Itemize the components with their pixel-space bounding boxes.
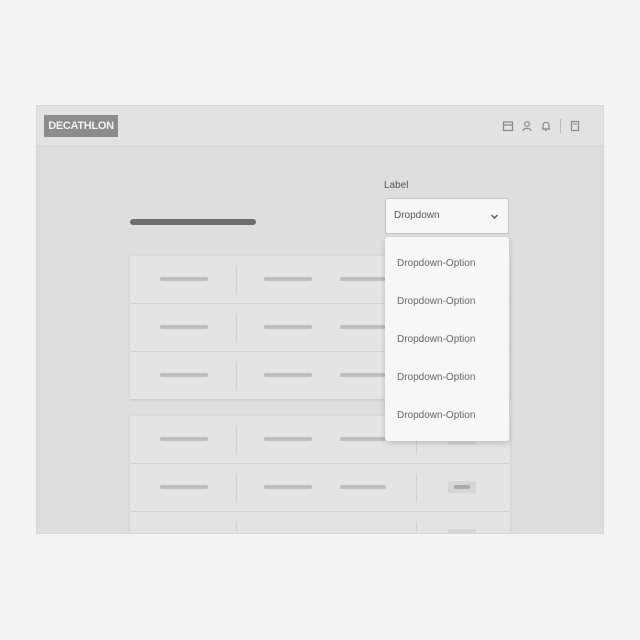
- cell-placeholder: [264, 325, 312, 329]
- column-divider: [236, 474, 237, 502]
- column-divider: [236, 362, 237, 390]
- dropdown-option[interactable]: Dropdown-Option: [385, 397, 509, 435]
- cell-placeholder: [160, 325, 208, 329]
- column-divider: [416, 522, 417, 533]
- page-title-placeholder: [130, 219, 256, 225]
- column-divider: [236, 426, 237, 454]
- column-divider: [236, 314, 237, 342]
- cell-placeholder: [264, 437, 312, 441]
- cell-placeholder: [160, 437, 208, 441]
- calendar-icon[interactable]: [502, 120, 514, 132]
- cell-placeholder: [340, 437, 386, 441]
- dropdown-option[interactable]: Dropdown-Option: [385, 359, 509, 397]
- dropdown-value: Dropdown: [394, 210, 440, 221]
- dropdown-option[interactable]: Dropdown-Option: [385, 245, 509, 283]
- cell-placeholder: [160, 485, 208, 489]
- column-divider: [416, 474, 417, 502]
- top-bar: DECATHLON: [37, 106, 603, 147]
- header-divider: [560, 119, 561, 133]
- logo[interactable]: DECATHLON: [44, 115, 118, 137]
- dropdown-option[interactable]: Dropdown-Option: [385, 283, 509, 321]
- dropdown-option[interactable]: Dropdown-Option: [385, 321, 509, 359]
- table-row[interactable]: [130, 464, 510, 512]
- dropdown-label: Label: [384, 180, 409, 191]
- cell-placeholder: [264, 277, 312, 281]
- user-icon[interactable]: [521, 120, 533, 132]
- dropdown-select[interactable]: Dropdown: [385, 198, 509, 234]
- cell-placeholder: [264, 373, 312, 377]
- status-badge: [448, 481, 476, 493]
- cell-placeholder: [264, 485, 312, 489]
- status-badge: [448, 529, 476, 533]
- file-icon[interactable]: [569, 120, 581, 132]
- column-divider: [236, 522, 237, 533]
- app-window: DECATHLON Label Dropdown Dropdown-Option…: [37, 106, 603, 533]
- column-divider: [236, 266, 237, 294]
- cell-placeholder: [340, 485, 386, 489]
- cell-placeholder: [340, 325, 386, 329]
- dropdown-menu: Dropdown-Option Dropdown-Option Dropdown…: [385, 237, 509, 441]
- chevron-down-icon: [490, 212, 499, 221]
- bell-icon[interactable]: [540, 120, 552, 132]
- cell-placeholder: [160, 373, 208, 377]
- cell-placeholder: [340, 373, 386, 377]
- header-icons: [495, 119, 581, 133]
- cell-placeholder: [160, 277, 208, 281]
- cell-placeholder: [340, 277, 386, 281]
- table-row[interactable]: [130, 512, 510, 533]
